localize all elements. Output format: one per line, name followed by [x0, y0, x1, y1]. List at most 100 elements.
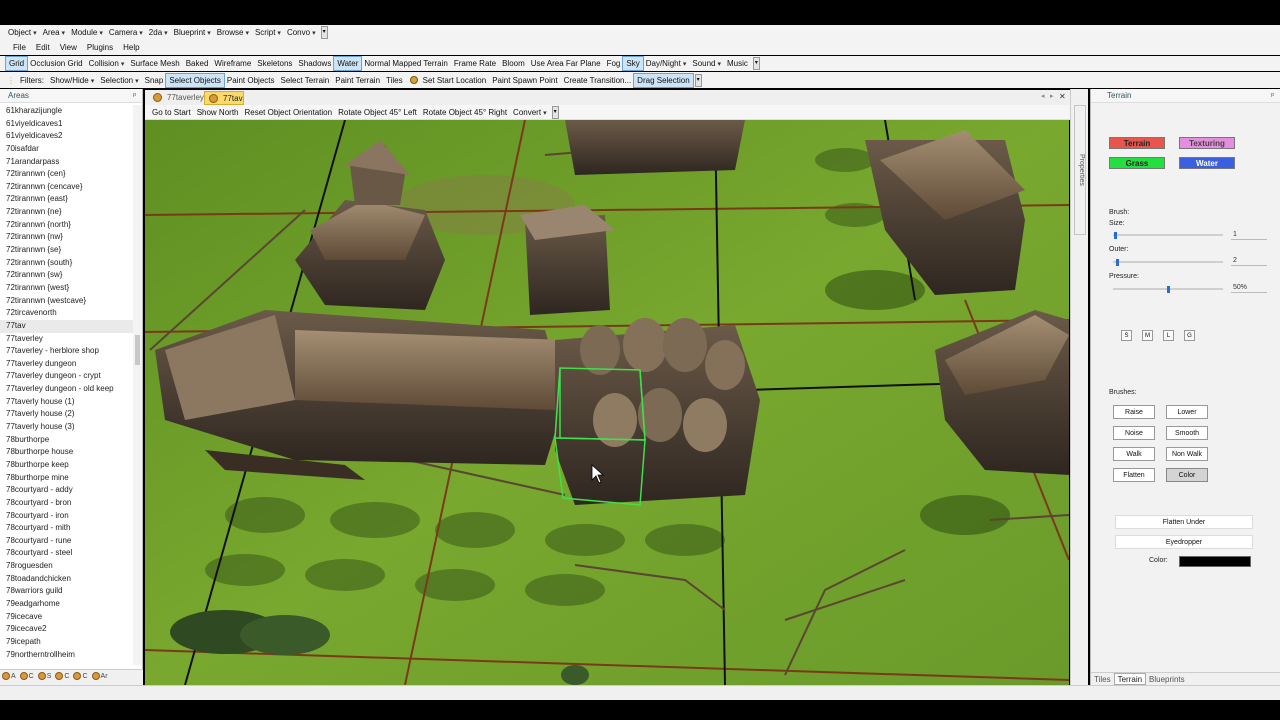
toolbar-shadows[interactable]: Shadows: [295, 57, 334, 70]
area-list-item[interactable]: 77taverley dungeon - old keep: [0, 383, 133, 396]
area-list-item[interactable]: 78courtyard - bron: [0, 497, 133, 510]
area-list-item[interactable]: 72tirannwn {se}: [0, 244, 133, 257]
menu-help[interactable]: Help: [118, 41, 144, 54]
scroll-tabs-left-icon[interactable]: ◂: [1041, 92, 1045, 100]
menu-script[interactable]: Script: [252, 26, 284, 39]
size-value-field[interactable]: 1: [1231, 229, 1267, 240]
left-tab-c-4[interactable]: C: [71, 670, 89, 684]
area-list-item[interactable]: 78burthorpe house: [0, 446, 133, 459]
area-list-item[interactable]: 79icepath: [0, 636, 133, 649]
menu-blueprint[interactable]: Blueprint: [171, 26, 214, 39]
brush-size-s[interactable]: S: [1121, 330, 1132, 341]
area-list-item[interactable]: 72tirannwn {west}: [0, 282, 133, 295]
toolbar-show-north[interactable]: Show North: [194, 106, 242, 119]
area-list-item[interactable]: 72tirannwn {south}: [0, 257, 133, 270]
brush-size-l[interactable]: L: [1163, 330, 1174, 341]
menu-convo[interactable]: Convo: [284, 26, 319, 39]
toolbar-tiles[interactable]: Tiles: [383, 74, 406, 87]
toolbar-create-transition[interactable]: Create Transition...: [561, 74, 635, 87]
pressure-slider[interactable]: [1113, 286, 1223, 293]
brush-size-m[interactable]: M: [1142, 330, 1153, 341]
toolbar-snap[interactable]: Snap: [142, 74, 167, 87]
toolbar-paint-objects[interactable]: Paint Objects: [224, 74, 278, 87]
3d-viewport[interactable]: [145, 120, 1069, 685]
toolbar-water[interactable]: Water: [333, 56, 363, 71]
area-list-item[interactable]: 72tirannwn {east}: [0, 193, 133, 206]
doc-tab-77tav[interactable]: 77tav: [204, 91, 244, 105]
toolbar-use-area-far-plane[interactable]: Use Area Far Plane: [528, 57, 604, 70]
area-list-item[interactable]: 78warriors guild: [0, 585, 133, 598]
left-tab-ar-5[interactable]: Ar: [90, 670, 110, 684]
area-list-item[interactable]: 78toadandchicken: [0, 573, 133, 586]
brush-flatten-button[interactable]: Flatten: [1113, 468, 1155, 482]
pressure-slider-thumb[interactable]: [1167, 286, 1170, 293]
toolbar-show-hide[interactable]: Show/Hide: [47, 74, 97, 87]
area-list-item[interactable]: 78roguesden: [0, 560, 133, 573]
area-list-item[interactable]: 77taverley dungeon: [0, 358, 133, 371]
toolbar-grip[interactable]: ▾: [320, 26, 328, 39]
mode-button-grass[interactable]: Grass: [1109, 157, 1165, 169]
menu-browse[interactable]: Browse: [214, 26, 252, 39]
flatten-under-button[interactable]: Flatten Under: [1115, 515, 1253, 529]
menu-edit[interactable]: Edit: [31, 41, 55, 54]
toolbar-baked[interactable]: Baked: [183, 57, 212, 70]
toolbar-grid[interactable]: Grid: [4, 56, 29, 71]
menu-area[interactable]: Area: [40, 26, 68, 39]
properties-tab[interactable]: Properties: [1074, 105, 1086, 235]
toolbar-select-objects[interactable]: Select Objects: [165, 72, 225, 88]
toolbar-grip[interactable]: ▾: [752, 57, 760, 70]
toolbar-set-start-location[interactable]: Set Start Location: [420, 74, 490, 87]
area-list-item[interactable]: 77taverley - herblore shop: [0, 345, 133, 358]
area-list-item[interactable]: 72tirannwn {ne}: [0, 206, 133, 219]
area-list-item[interactable]: 61viyeldicaves1: [0, 118, 133, 131]
toolbar-occlusion-grid[interactable]: Occlusion Grid: [27, 57, 85, 70]
scroll-tabs-right-icon[interactable]: ▸: [1050, 92, 1054, 100]
area-list-item[interactable]: 78courtyard - rune: [0, 535, 133, 548]
area-list-item[interactable]: 78burthorpe mine: [0, 472, 133, 485]
brush-raise-button[interactable]: Raise: [1113, 405, 1155, 419]
left-tab-c-3[interactable]: C: [53, 670, 71, 684]
menu-module[interactable]: Module: [68, 26, 106, 39]
outer-slider[interactable]: [1113, 259, 1223, 266]
scrollbar-thumb[interactable]: [135, 335, 140, 365]
menu-view[interactable]: View: [55, 41, 82, 54]
brush-smooth-button[interactable]: Smooth: [1166, 426, 1208, 440]
left-tab-a-0[interactable]: A: [0, 670, 18, 684]
area-list-item[interactable]: 72tirannwn {cen}: [0, 168, 133, 181]
pin-icon[interactable]: ᵖ: [1271, 89, 1274, 103]
brush-walk-button[interactable]: Walk: [1113, 447, 1155, 461]
mode-button-water[interactable]: Water: [1179, 157, 1235, 169]
area-list-item[interactable]: 61kharazijungle: [0, 105, 133, 118]
toolbar-bloom[interactable]: Bloom: [499, 57, 528, 70]
area-list-item[interactable]: 77taverly house (2): [0, 408, 133, 421]
size-slider[interactable]: [1113, 232, 1223, 239]
area-list-item[interactable]: 79eadgarhome: [0, 598, 133, 611]
toolbar-rotate-object-45-right[interactable]: Rotate Object 45° Right: [420, 106, 510, 119]
area-list-item[interactable]: 72tirannwn {cencave}: [0, 181, 133, 194]
menu-2da[interactable]: 2da: [146, 26, 171, 39]
area-list-scrollbar[interactable]: [133, 105, 142, 665]
area-list-item[interactable]: 78courtyard - addy: [0, 484, 133, 497]
size-slider-thumb[interactable]: [1114, 232, 1117, 239]
area-list-item[interactable]: 77taverley dungeon - crypt: [0, 370, 133, 383]
area-list-item[interactable]: 77taverly house (3): [0, 421, 133, 434]
area-list-item[interactable]: 78burthorpe: [0, 434, 133, 447]
pressure-value-field[interactable]: 50%: [1231, 282, 1267, 293]
toolbar-rotate-object-45-left[interactable]: Rotate Object 45° Left: [335, 106, 420, 119]
toolbar-paint-terrain[interactable]: Paint Terrain: [332, 74, 383, 87]
area-list-item[interactable]: 72tirannwn {westcave}: [0, 295, 133, 308]
brush-non-walk-button[interactable]: Non Walk: [1166, 447, 1208, 461]
brush-size-g[interactable]: G: [1184, 330, 1195, 341]
area-list-item[interactable]: 72tirannwn {north}: [0, 219, 133, 232]
toolbar-select-terrain[interactable]: Select Terrain: [277, 74, 332, 87]
color-swatch[interactable]: [1179, 556, 1251, 567]
toolbar-convert[interactable]: Convert: [510, 106, 550, 119]
area-list-item[interactable]: 78courtyard - mith: [0, 522, 133, 535]
menu-file[interactable]: File: [8, 41, 31, 54]
menu-plugins[interactable]: Plugins: [82, 41, 118, 54]
toolbar-paint-spawn-point[interactable]: Paint Spawn Point: [489, 74, 560, 87]
area-list-item[interactable]: 78burthorpe keep: [0, 459, 133, 472]
area-list-item[interactable]: 70isafdar: [0, 143, 133, 156]
toolbar-day-night[interactable]: Day/Night: [643, 57, 690, 70]
menu-object[interactable]: Object: [5, 26, 40, 39]
